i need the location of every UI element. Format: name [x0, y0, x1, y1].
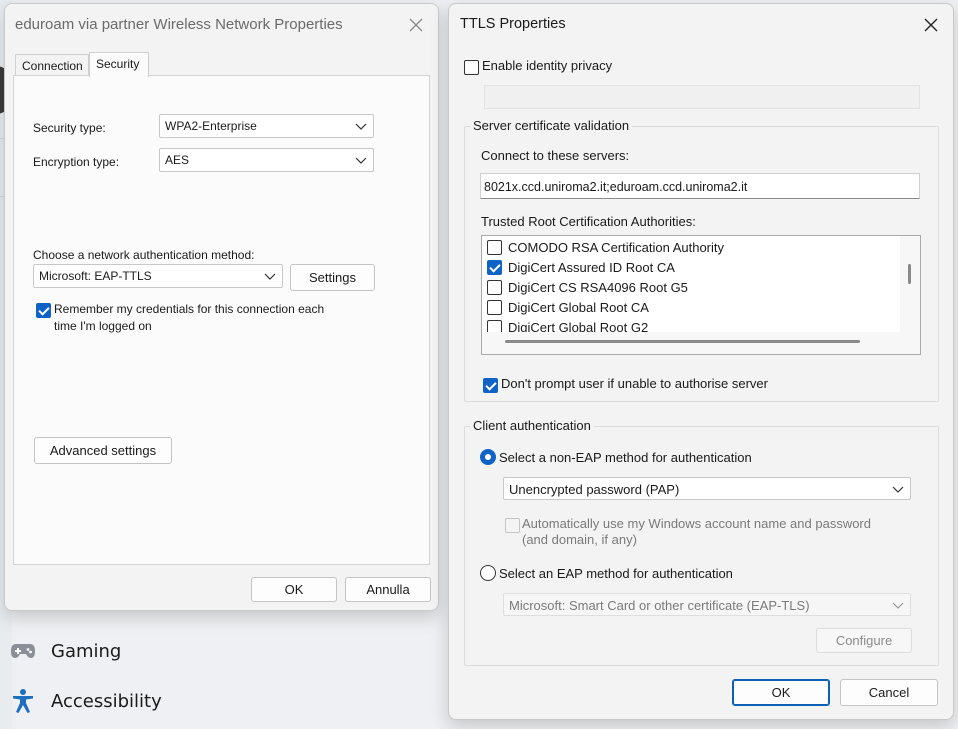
chevron-down-icon	[264, 273, 276, 280]
tab-connection[interactable]: Connection	[15, 54, 89, 76]
settings-button[interactable]: Settings	[290, 264, 375, 291]
window-title: eduroam via partner Wireless Network Pro…	[15, 16, 343, 33]
identity-field[interactable]	[484, 85, 920, 109]
auth-method-label: Choose a network authentication method:	[33, 248, 255, 262]
enable-identity-privacy-label: Enable identity privacy	[482, 58, 613, 73]
network-properties-dialog: eduroam via partner Wireless Network Pro…	[4, 3, 439, 611]
list-item-checkbox[interactable]	[487, 260, 502, 275]
scrollbar-thumb[interactable]	[908, 264, 911, 284]
security-type-label: Security type:	[33, 121, 106, 135]
list-item-label: DigiCert CS RSA4096 Root G5	[508, 280, 688, 295]
connect-servers-label: Connect to these servers:	[481, 148, 630, 163]
dont-prompt-label: Don't prompt user if unable to authorise…	[501, 376, 768, 391]
ok-button[interactable]: OK	[732, 679, 830, 706]
encryption-type-value: AES	[165, 153, 190, 167]
trusted-roots-label: Trusted Root Certification Authorities:	[481, 214, 696, 229]
vertical-scrollbar[interactable]	[900, 236, 920, 332]
list-item-label: DigiCert Assured ID Root CA	[508, 260, 675, 275]
chevron-down-icon	[892, 602, 904, 609]
non-eap-method-select[interactable]: Unencrypted password (PAP)	[503, 477, 911, 500]
title-bar: TTLS Properties	[449, 4, 953, 44]
auto-windows-account-label: Automatically use my Windows account nam…	[522, 516, 871, 531]
auto-windows-account-checkbox[interactable]	[505, 518, 520, 533]
eap-radio-label: Select an EAP method for authentication	[499, 566, 733, 581]
list-item-checkbox[interactable]	[487, 280, 502, 295]
trusted-roots-list[interactable]: COMODO RSA Certification Authority DigiC…	[481, 235, 921, 355]
dont-prompt-checkbox[interactable]	[483, 378, 498, 393]
auth-method-select[interactable]: Microsoft: EAP-TTLS	[33, 264, 283, 288]
auto-windows-account-label-line2: (and domain, if any)	[522, 532, 637, 547]
scrollbar-thumb[interactable]	[505, 340, 860, 343]
enable-identity-privacy-checkbox[interactable]	[464, 60, 479, 75]
advanced-settings-button[interactable]: Advanced settings	[34, 437, 172, 464]
eap-method-value: Microsoft: Smart Card or other certifica…	[509, 598, 810, 613]
non-eap-method-value: Unencrypted password (PAP)	[509, 482, 680, 497]
security-type-value: WPA2-Enterprise	[165, 119, 257, 133]
close-icon[interactable]	[402, 12, 430, 38]
security-tab-panel: Security type: WPA2-Enterprise Encryptio…	[13, 75, 430, 565]
list-item-checkbox[interactable]	[487, 240, 502, 255]
title-bar: eduroam via partner Wireless Network Pro…	[5, 4, 438, 44]
non-eap-radio-label: Select a non-EAP method for authenticati…	[499, 450, 752, 465]
cancel-button[interactable]: Annulla	[345, 577, 431, 602]
list-item-checkbox[interactable]	[487, 300, 502, 315]
sidebar-item-accessibility[interactable]: Accessibility	[0, 678, 440, 724]
encryption-type-label: Encryption type:	[33, 155, 120, 169]
horizontal-scrollbar[interactable]	[482, 332, 920, 354]
configure-button[interactable]: Configure	[816, 628, 912, 653]
ttls-properties-dialog: TTLS Properties Enable identity privacy …	[448, 3, 954, 720]
non-eap-radio[interactable]	[480, 449, 496, 465]
remember-credentials-label: Remember my credentials for this connect…	[54, 302, 325, 316]
window-title: TTLS Properties	[460, 16, 566, 32]
eap-radio[interactable]	[480, 565, 496, 581]
server-cert-group-title: Server certificate validation	[470, 118, 633, 133]
accessibility-icon	[10, 689, 36, 713]
close-icon[interactable]	[917, 12, 945, 38]
remember-credentials-checkbox[interactable]	[36, 303, 51, 318]
chevron-down-icon	[892, 486, 904, 493]
chevron-down-icon	[355, 157, 367, 164]
ok-button[interactable]: OK	[251, 577, 337, 602]
chevron-down-icon	[355, 123, 367, 130]
sidebar-item-label: Gaming	[51, 640, 122, 662]
remember-credentials-label-line2: time I'm logged on	[54, 319, 152, 333]
client-auth-group-title: Client authentication	[470, 418, 594, 433]
sidebar-item-gaming[interactable]: Gaming	[0, 628, 440, 674]
gamepad-icon	[10, 639, 36, 663]
list-item-label: DigiCert Global Root CA	[508, 300, 649, 315]
connect-servers-input[interactable]: 8021x.ccd.uniroma2.it;eduroam.ccd.unirom…	[480, 173, 920, 199]
security-type-select[interactable]: WPA2-Enterprise	[159, 114, 374, 138]
cancel-button[interactable]: Cancel	[840, 679, 938, 706]
tab-security[interactable]: Security	[89, 52, 149, 77]
auth-method-value: Microsoft: EAP-TTLS	[39, 269, 152, 283]
encryption-type-select[interactable]: AES	[159, 148, 374, 172]
list-item-label: COMODO RSA Certification Authority	[508, 240, 725, 255]
eap-method-select[interactable]: Microsoft: Smart Card or other certifica…	[503, 593, 911, 616]
sidebar-item-label: Accessibility	[51, 690, 162, 712]
